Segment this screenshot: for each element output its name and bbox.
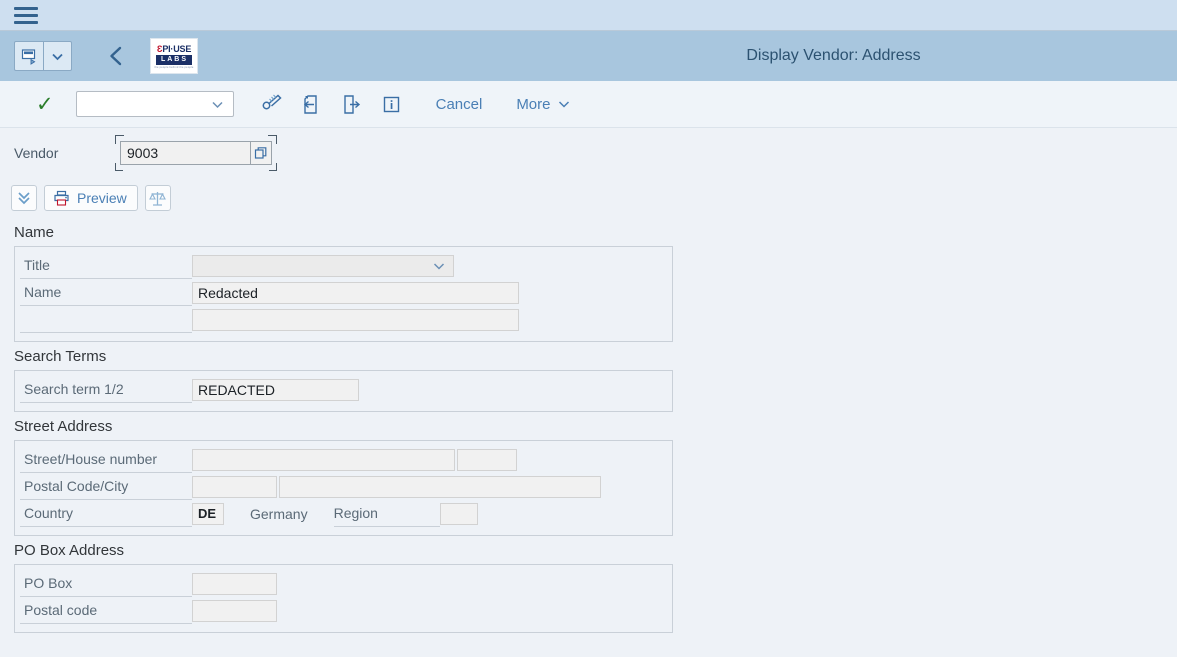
form-row-po-box: PO Box bbox=[15, 570, 672, 597]
hamburger-line bbox=[14, 13, 38, 17]
panel-street-address: Street/House number Postal Code/City Cou… bbox=[14, 440, 673, 536]
form-row-street: Street/House number bbox=[15, 446, 672, 473]
field-label-po-box: PO Box bbox=[20, 571, 192, 597]
edit-signature-icon[interactable] bbox=[252, 89, 292, 119]
section-title-po-box-address: PO Box Address bbox=[14, 542, 125, 559]
vendor-key-row: Vendor bbox=[0, 128, 1177, 178]
confirm-checkmark-icon[interactable]: ✓ bbox=[36, 94, 54, 115]
hamburger-menu-icon[interactable] bbox=[14, 4, 40, 26]
more-label: More bbox=[516, 95, 551, 113]
form-row-name2 bbox=[15, 306, 672, 333]
country-name-text: Germany bbox=[250, 505, 308, 522]
po-box-input[interactable] bbox=[192, 572, 277, 595]
logo-word: PI·USE bbox=[162, 43, 192, 54]
page-content: Vendor P bbox=[0, 128, 1177, 633]
vendor-input[interactable] bbox=[120, 141, 250, 165]
name2-input[interactable] bbox=[192, 308, 519, 331]
chevron-down-icon bbox=[212, 101, 223, 108]
cancel-label: Cancel bbox=[435, 95, 483, 113]
previous-document-icon[interactable] bbox=[292, 89, 332, 119]
vendor-label: Vendor bbox=[14, 145, 59, 161]
panel-search-terms: Search term 1/2 bbox=[14, 370, 673, 412]
cancel-button[interactable]: Cancel bbox=[426, 96, 493, 113]
field-label-name: Name bbox=[20, 280, 192, 306]
value-help-icon[interactable] bbox=[250, 141, 272, 165]
action-toolbar: ✓ Cancel More bbox=[0, 81, 1177, 128]
po-postal-code-input[interactable] bbox=[192, 599, 277, 622]
title-select[interactable] bbox=[192, 254, 454, 277]
next-document-icon[interactable] bbox=[332, 89, 372, 119]
shell-header-bar: Ɛ PI·USE LABS the people behind the peopl… bbox=[0, 31, 1177, 81]
search-term-input[interactable] bbox=[192, 378, 359, 401]
form-row-po-postal-code: Postal code bbox=[15, 597, 672, 624]
panel-name: Title Name bbox=[14, 246, 673, 342]
postal-code-input[interactable] bbox=[192, 475, 277, 498]
command-dropdown-chevron-down-icon[interactable] bbox=[43, 42, 71, 70]
region-input[interactable] bbox=[439, 502, 478, 525]
command-button-group bbox=[14, 41, 72, 71]
form-row-postal-city: Postal Code/City bbox=[15, 473, 672, 500]
field-label-title: Title bbox=[20, 253, 192, 279]
preview-action-row: Preview bbox=[0, 178, 1177, 218]
form-row-title: Title bbox=[15, 252, 672, 279]
field-label-search-term: Search term 1/2 bbox=[20, 377, 192, 403]
logo-bottom-text: LABS bbox=[155, 54, 193, 65]
street-input[interactable] bbox=[192, 448, 455, 471]
command-field-icon[interactable] bbox=[15, 42, 43, 70]
preview-button[interactable]: Preview bbox=[44, 185, 138, 211]
section-title-street-address: Street Address bbox=[14, 418, 113, 435]
more-button[interactable]: More bbox=[506, 96, 580, 113]
panel-po-box-address: PO Box Postal code bbox=[14, 564, 673, 633]
section-title-search-terms: Search Terms bbox=[14, 348, 107, 365]
logo-top-text: Ɛ PI·USE bbox=[157, 44, 191, 54]
menu-bar bbox=[0, 0, 1177, 31]
collapse-all-button[interactable] bbox=[11, 185, 37, 211]
chevron-down-icon bbox=[433, 262, 445, 270]
preview-label: Preview bbox=[77, 190, 127, 206]
vendor-field-focus-group bbox=[115, 135, 277, 171]
back-arrow-icon[interactable] bbox=[102, 41, 132, 71]
page-title-text: Display Vendor: Address bbox=[746, 47, 921, 64]
toolbar-select[interactable] bbox=[75, 91, 234, 117]
field-label-street: Street/House number bbox=[20, 447, 192, 473]
section-title-name: Name bbox=[14, 224, 55, 241]
epi-use-labs-logo: Ɛ PI·USE LABS the people behind the peopl… bbox=[150, 38, 198, 74]
form-row-search-term: Search term 1/2 bbox=[15, 376, 672, 403]
compare-button[interactable] bbox=[144, 185, 171, 211]
form-row-name: Name bbox=[15, 279, 672, 306]
house-number-input[interactable] bbox=[457, 448, 517, 471]
field-label-name2 bbox=[20, 307, 192, 333]
logo-tagline: the people behind the people bbox=[154, 65, 194, 69]
double-chevron-down-icon bbox=[18, 192, 30, 205]
form-row-country: Country Germany Region bbox=[15, 500, 672, 527]
hamburger-line bbox=[14, 6, 38, 10]
field-label-po-postal-code: Postal code bbox=[20, 598, 192, 624]
balance-scales-icon bbox=[149, 191, 167, 206]
hamburger-line bbox=[14, 20, 38, 24]
field-label-region: Region bbox=[333, 501, 440, 527]
field-label-postal-city: Postal Code/City bbox=[20, 474, 192, 500]
name-input[interactable] bbox=[192, 281, 519, 304]
printer-icon bbox=[54, 190, 69, 206]
information-icon[interactable] bbox=[372, 89, 412, 119]
chevron-down-icon bbox=[558, 101, 569, 108]
country-input[interactable] bbox=[192, 502, 224, 525]
field-label-country: Country bbox=[20, 501, 192, 527]
city-input[interactable] bbox=[279, 475, 601, 498]
